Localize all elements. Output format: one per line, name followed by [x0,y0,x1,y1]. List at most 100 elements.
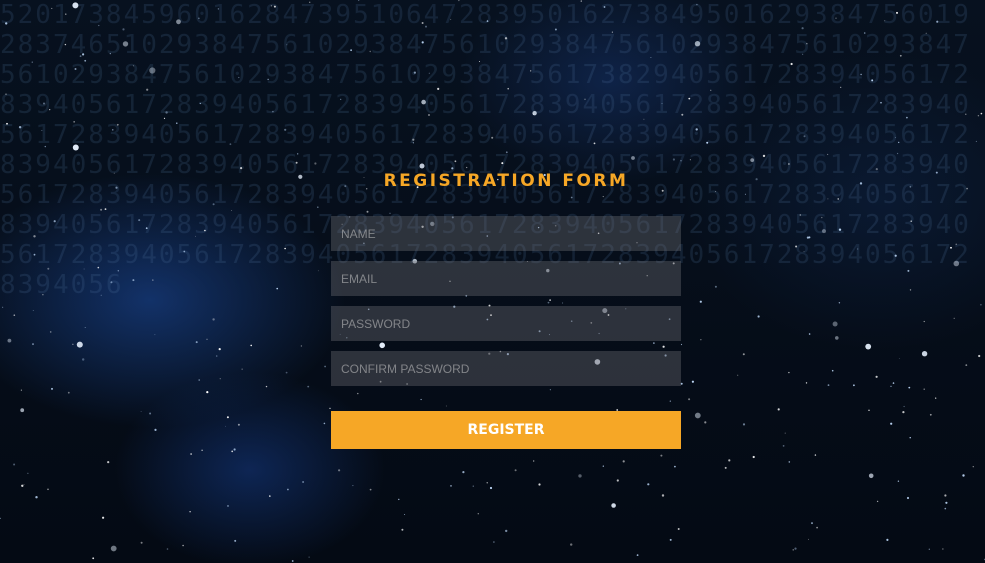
star-dot [694,412,701,419]
star-dot [972,466,974,468]
star-dot [899,54,902,57]
star-dot [84,327,86,328]
star-dot [479,61,480,62]
register-button[interactable]: REGISTER [331,411,681,449]
star-dot [199,102,201,105]
star-dot [562,302,564,304]
star-dot [578,474,582,478]
star-dot [110,545,117,552]
star-dot [908,386,911,389]
star-dot [437,87,440,90]
star-dot [176,19,181,25]
star-dot [965,364,968,366]
star-dot [680,343,683,346]
confirm-password-input[interactable] [331,351,681,386]
star-dot [204,229,206,232]
star-dot [100,208,103,211]
star-dot [6,122,8,125]
star-dot [412,138,415,141]
star-dot [784,432,786,434]
star-dot [790,62,793,66]
star-dot [811,522,813,525]
star-dot [116,123,119,126]
star-dot [840,86,842,88]
star-dot [611,503,616,508]
star-dot [802,53,804,55]
star-dot [32,310,34,311]
star-dot [808,236,811,239]
star-dot [340,98,342,100]
form-title: REGISTRATION FORM [383,171,629,191]
star-dot [104,208,107,211]
star-dot [122,28,125,31]
star-dot [314,162,317,165]
star-dot [100,294,102,296]
star-dot [788,163,790,165]
password-input[interactable] [331,306,681,341]
star-dot [838,228,842,231]
star-dot [323,422,326,425]
star-dot [547,301,550,304]
star-dot [680,160,682,162]
star-dot [966,187,968,190]
star-dot [241,368,243,370]
star-dot [215,355,218,357]
star-dot [412,142,414,144]
star-dot [897,480,900,482]
star-dot [195,235,196,237]
star-dot [413,71,416,74]
star-dot [20,408,25,413]
star-dot [782,445,785,447]
star-dot [631,156,635,160]
star-dot [72,343,74,345]
star-dot [493,541,495,543]
star-dot [176,122,178,124]
star-dot [445,405,447,407]
name-input[interactable] [331,216,681,251]
star-dot [762,154,766,158]
star-dot [79,55,82,57]
star-dot [950,246,952,249]
star-dot [853,384,855,387]
star-dot [681,113,684,116]
star-dot [832,321,838,327]
star-dot [287,488,289,491]
star-dot [532,111,537,116]
star-dot [533,460,535,462]
star-dot [593,142,596,145]
star-dot [183,250,186,253]
star-dot [661,494,665,497]
star-dot [300,345,303,347]
star-dot [234,539,237,542]
star-dot [450,18,452,20]
star-dot [680,382,683,385]
star-dot [421,99,426,105]
star-dot [584,98,586,101]
star-dot [357,392,359,395]
star-dot [962,474,965,477]
star-dot [195,341,198,344]
star-dot [897,152,899,155]
star-dot [704,421,707,424]
star-dot [925,32,927,34]
star-dot [49,109,51,111]
star-dot [929,413,932,416]
star-dot [23,484,25,485]
star-dot [140,411,142,412]
star-dot [76,341,83,348]
star-dot [366,210,369,213]
star-dot [945,501,948,504]
star-dot [803,251,805,252]
star-dot [212,318,215,321]
star-dot [662,345,665,348]
star-dot [923,320,925,323]
star-dot [868,473,874,479]
star-dot [602,196,604,198]
star-dot [902,411,905,414]
star-dot [507,87,510,90]
star-dot [317,206,319,208]
email-input[interactable] [331,261,681,296]
star-dot [570,543,573,546]
star-dot [82,358,85,361]
star-dot [611,31,613,33]
